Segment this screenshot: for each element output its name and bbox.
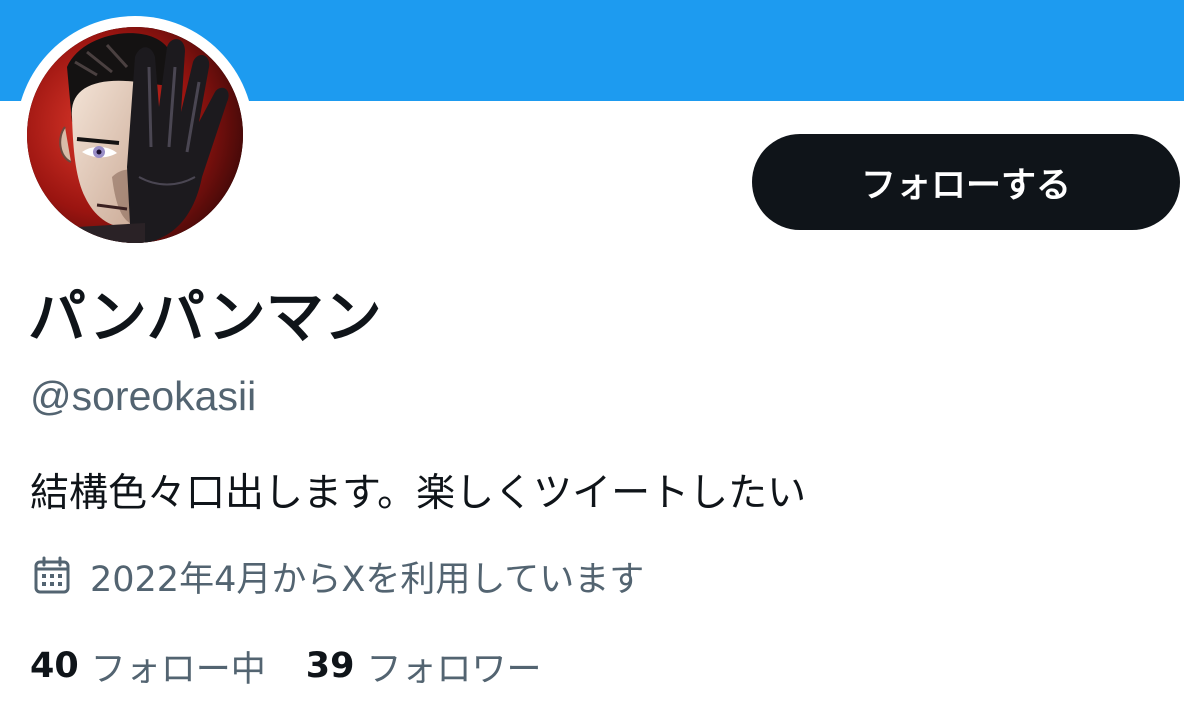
- join-date: 2022年4月からXを利用しています: [30, 550, 644, 602]
- followers-count: 39: [305, 646, 355, 686]
- calendar-icon: [30, 554, 74, 598]
- following-label: フォロー中: [90, 649, 266, 690]
- follow-button[interactable]: フォローする: [752, 134, 1180, 230]
- followers-label: フォロワー: [366, 649, 542, 690]
- profile-page: フォローする パンパンマン @soreokasii 結構色々口出します。楽しくツ…: [0, 0, 1184, 703]
- bio-text: 結構色々口出します。楽しくツイートしたい: [30, 471, 807, 516]
- display-name: パンパンマン: [28, 283, 382, 351]
- following-count: 40: [30, 646, 79, 686]
- avatar[interactable]: [27, 27, 243, 243]
- avatar-illustration: [27, 27, 243, 243]
- join-date-text: 2022年4月からXを利用しています: [90, 559, 645, 600]
- follow-stats: 40 フォロー中 39 フォロワー: [30, 640, 541, 692]
- following-link[interactable]: 40 フォロー中: [30, 641, 266, 692]
- followers-link[interactable]: 39 フォロワー: [306, 641, 542, 692]
- user-handle: @soreokasii: [30, 373, 257, 419]
